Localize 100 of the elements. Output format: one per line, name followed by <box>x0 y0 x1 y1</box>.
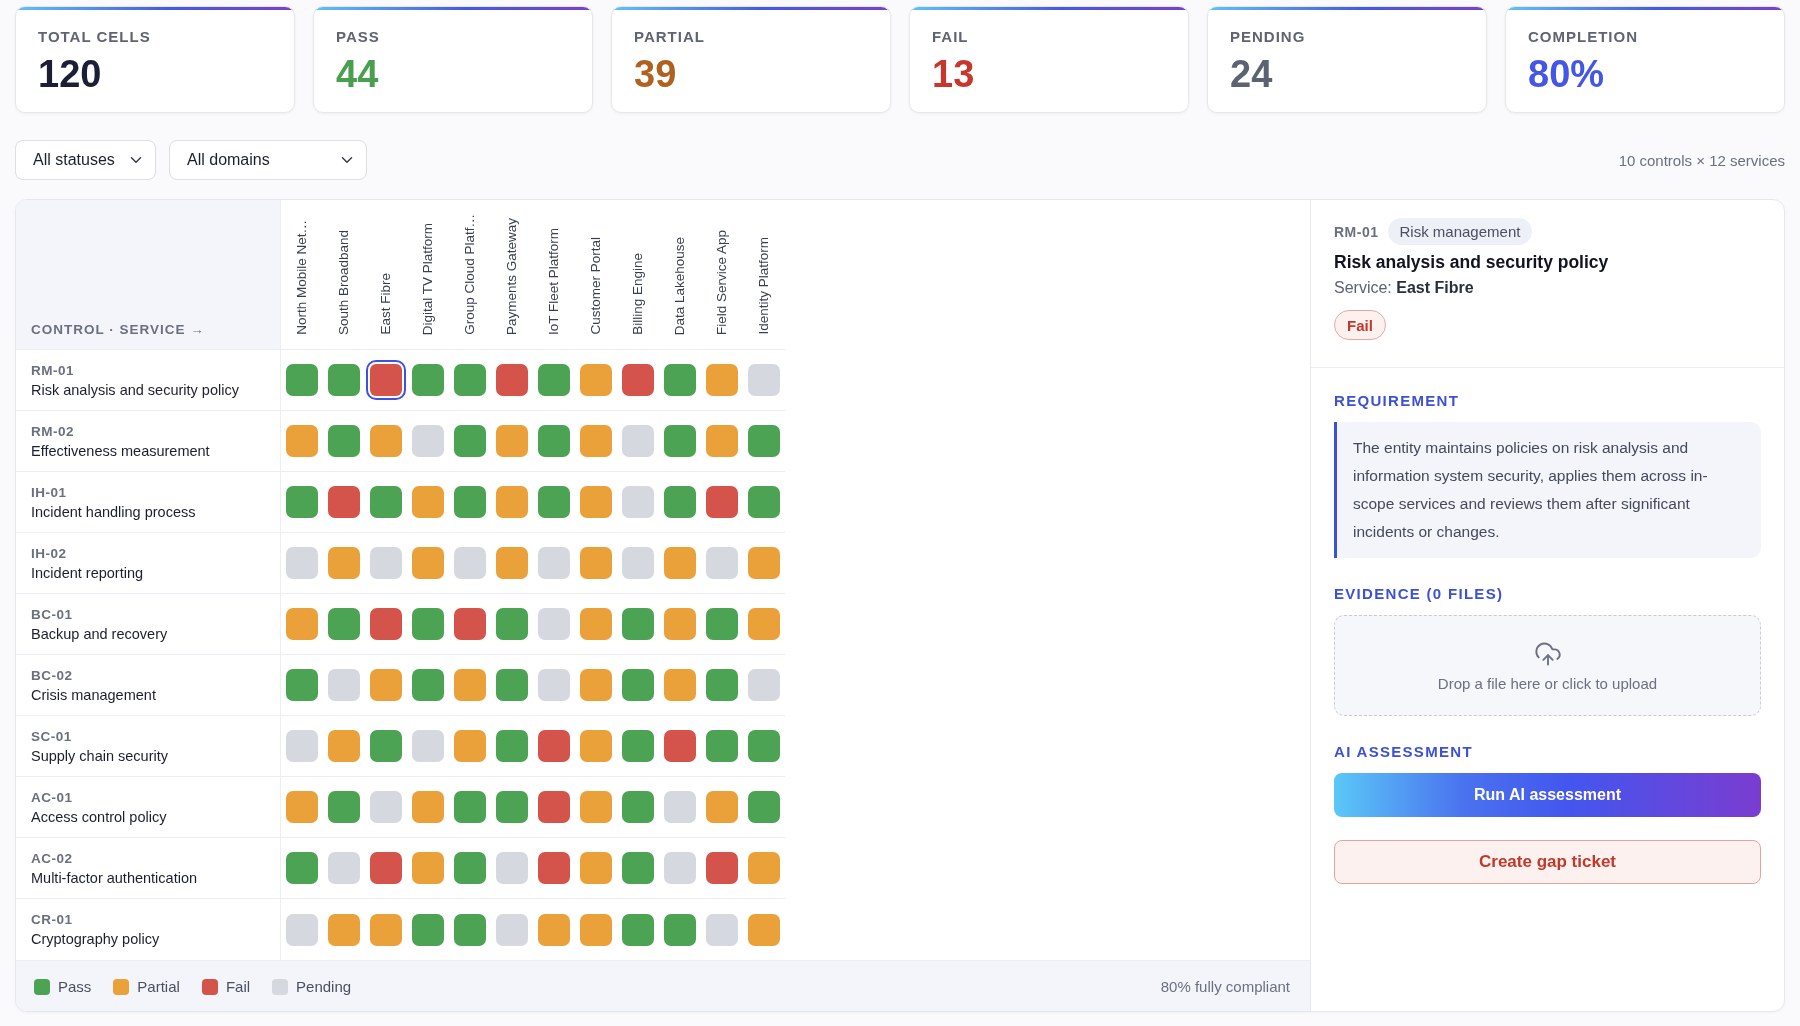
status-cell[interactable] <box>748 608 780 640</box>
status-cell[interactable] <box>454 730 486 762</box>
status-cell[interactable] <box>412 791 444 823</box>
status-cell[interactable] <box>286 852 318 884</box>
status-cell[interactable] <box>496 364 528 396</box>
upload-dropzone[interactable]: Drop a file here or click to upload <box>1334 615 1761 716</box>
status-cell[interactable] <box>748 364 780 396</box>
status-cell[interactable] <box>622 913 654 946</box>
status-cell[interactable] <box>580 791 612 823</box>
status-cell[interactable] <box>412 669 444 701</box>
status-cell[interactable] <box>664 364 696 396</box>
status-cell[interactable] <box>454 669 486 701</box>
status-cell[interactable] <box>706 913 738 946</box>
run-ai-button[interactable]: Run AI assessment <box>1334 773 1761 817</box>
status-cell[interactable] <box>328 608 360 640</box>
status-cell[interactable] <box>580 730 612 762</box>
status-cell[interactable] <box>580 669 612 701</box>
status-cell[interactable] <box>370 486 402 518</box>
status-cell[interactable] <box>664 425 696 457</box>
status-cell[interactable] <box>706 791 738 823</box>
status-cell[interactable] <box>328 425 360 457</box>
status-cell[interactable] <box>370 425 402 457</box>
status-cell[interactable] <box>580 852 612 884</box>
status-cell[interactable] <box>538 669 570 701</box>
filter-dropdown[interactable]: All domains <box>169 140 367 180</box>
status-cell[interactable] <box>370 913 402 946</box>
status-cell[interactable] <box>454 425 486 457</box>
status-cell[interactable] <box>454 608 486 640</box>
status-cell[interactable] <box>370 547 402 579</box>
status-cell[interactable] <box>538 913 570 946</box>
status-cell[interactable] <box>580 425 612 457</box>
status-cell[interactable] <box>622 547 654 579</box>
status-cell[interactable] <box>706 547 738 579</box>
status-cell[interactable] <box>496 486 528 518</box>
status-cell[interactable] <box>748 791 780 823</box>
status-cell[interactable] <box>706 669 738 701</box>
status-cell[interactable] <box>496 852 528 884</box>
status-cell[interactable] <box>454 547 486 579</box>
status-cell[interactable] <box>664 547 696 579</box>
status-cell[interactable] <box>622 608 654 640</box>
status-cell[interactable] <box>496 425 528 457</box>
status-cell[interactable] <box>412 425 444 457</box>
status-cell[interactable] <box>328 486 360 518</box>
status-cell[interactable] <box>370 791 402 823</box>
status-cell[interactable] <box>366 360 406 400</box>
status-cell[interactable] <box>664 791 696 823</box>
status-cell[interactable] <box>370 730 402 762</box>
status-cell[interactable] <box>622 425 654 457</box>
status-cell[interactable] <box>412 364 444 396</box>
status-cell[interactable] <box>454 791 486 823</box>
status-cell[interactable] <box>538 608 570 640</box>
status-cell[interactable] <box>496 608 528 640</box>
status-cell[interactable] <box>664 852 696 884</box>
create-gap-ticket-button[interactable]: Create gap ticket <box>1334 840 1761 884</box>
status-cell[interactable] <box>412 547 444 579</box>
status-cell[interactable] <box>706 730 738 762</box>
status-cell[interactable] <box>622 791 654 823</box>
status-cell[interactable] <box>622 730 654 762</box>
status-cell[interactable] <box>286 669 318 701</box>
status-cell[interactable] <box>496 791 528 823</box>
status-cell[interactable] <box>412 730 444 762</box>
status-cell[interactable] <box>286 730 318 762</box>
status-cell[interactable] <box>370 608 402 640</box>
status-cell[interactable] <box>706 852 738 884</box>
status-cell[interactable] <box>328 547 360 579</box>
status-cell[interactable] <box>412 852 444 884</box>
status-cell[interactable] <box>748 425 780 457</box>
status-cell[interactable] <box>664 913 696 946</box>
status-cell[interactable] <box>496 730 528 762</box>
status-cell[interactable] <box>748 669 780 701</box>
filter-dropdown[interactable]: All statuses <box>15 140 156 180</box>
status-cell[interactable] <box>454 364 486 396</box>
status-cell[interactable] <box>580 364 612 396</box>
status-cell[interactable] <box>622 852 654 884</box>
status-cell[interactable] <box>286 364 318 396</box>
status-cell[interactable] <box>286 791 318 823</box>
status-cell[interactable] <box>748 913 780 946</box>
status-cell[interactable] <box>622 669 654 701</box>
status-cell[interactable] <box>538 425 570 457</box>
status-cell[interactable] <box>538 791 570 823</box>
status-cell[interactable] <box>328 913 360 946</box>
status-cell[interactable] <box>706 425 738 457</box>
status-cell[interactable] <box>706 364 738 396</box>
status-cell[interactable] <box>622 364 654 396</box>
status-cell[interactable] <box>538 547 570 579</box>
status-cell[interactable] <box>454 852 486 884</box>
status-cell[interactable] <box>580 913 612 946</box>
status-cell[interactable] <box>748 852 780 884</box>
status-cell[interactable] <box>664 486 696 518</box>
status-cell[interactable] <box>412 913 444 946</box>
status-cell[interactable] <box>286 547 318 579</box>
status-cell[interactable] <box>538 730 570 762</box>
status-cell[interactable] <box>496 913 528 946</box>
status-cell[interactable] <box>412 608 444 640</box>
status-cell[interactable] <box>328 852 360 884</box>
status-cell[interactable] <box>454 486 486 518</box>
status-cell[interactable] <box>328 364 360 396</box>
status-cell[interactable] <box>622 486 654 518</box>
status-cell[interactable] <box>412 486 444 518</box>
status-cell[interactable] <box>286 425 318 457</box>
